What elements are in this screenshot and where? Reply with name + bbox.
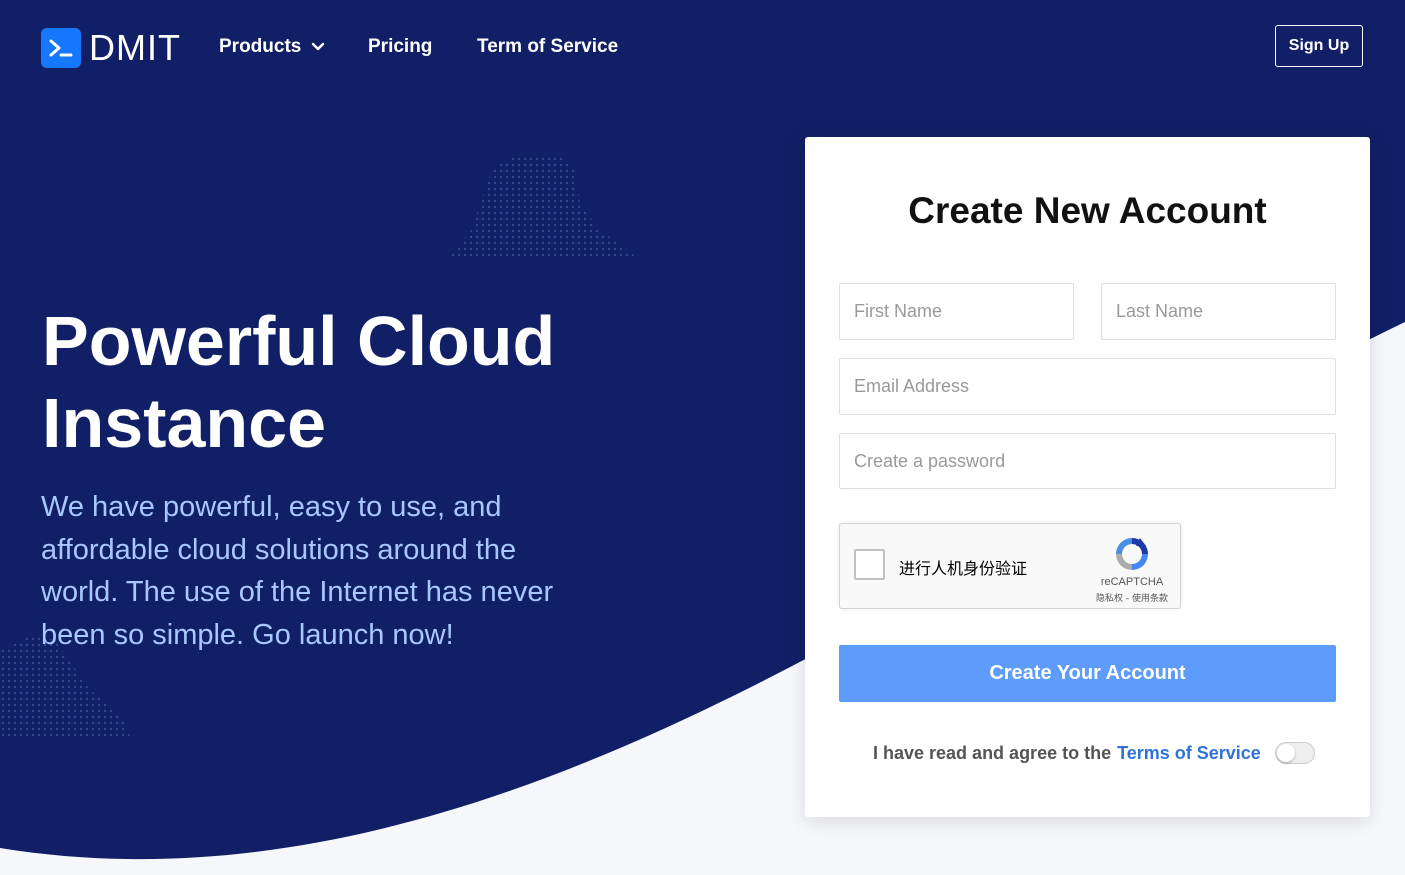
password-input[interactable] [839, 433, 1336, 489]
hero-title-line2: Instance [42, 384, 326, 462]
terminal-icon [41, 28, 81, 68]
toggle-knob [1276, 744, 1295, 762]
signup-card: Create New Account 进行人机身份验证 reCAPTCHA 隐私… [805, 137, 1370, 817]
create-account-button[interactable]: Create Your Account [839, 645, 1336, 702]
chevron-down-icon [311, 35, 325, 59]
nav-term-of-service[interactable]: Term of Service [477, 35, 618, 59]
recaptcha-label: 进行人机身份验证 [899, 559, 1028, 578]
form-title: Create New Account [908, 190, 1267, 231]
terms-of-service-link[interactable]: Terms of Service [1117, 743, 1261, 764]
agree-text: I have read and agree to the [873, 742, 1112, 763]
sign-up-button[interactable]: Sign Up [1275, 25, 1363, 67]
email-input[interactable] [839, 358, 1336, 415]
terms-agreement: I have read and agree to the Terms of Se… [873, 742, 1315, 764]
nav-products-label: Products [219, 36, 302, 57]
agree-toggle[interactable] [1274, 742, 1315, 764]
nav-products[interactable]: Products [219, 35, 325, 59]
nav-pricing[interactable]: Pricing [368, 35, 432, 59]
recaptcha-checkbox[interactable] [854, 549, 885, 580]
brand-name: DMIT [89, 27, 181, 68]
first-name-input[interactable] [839, 283, 1074, 340]
last-name-input[interactable] [1101, 283, 1336, 340]
hero-title-line1: Powerful Cloud [42, 302, 556, 380]
recaptcha-widget: 进行人机身份验证 reCAPTCHA 隐私权 - 使用条款 [839, 523, 1181, 609]
recaptcha-links[interactable]: 隐私权 - 使用条款 [1082, 591, 1182, 604]
hero-subtitle: We have powerful, easy to use, and affor… [41, 491, 554, 651]
hero-title: Powerful Cloud Instance [42, 300, 662, 464]
brand-logo[interactable]: DMIT [41, 28, 181, 68]
recaptcha-brand: reCAPTCHA [1100, 576, 1164, 588]
recaptcha-icon [1112, 534, 1152, 574]
